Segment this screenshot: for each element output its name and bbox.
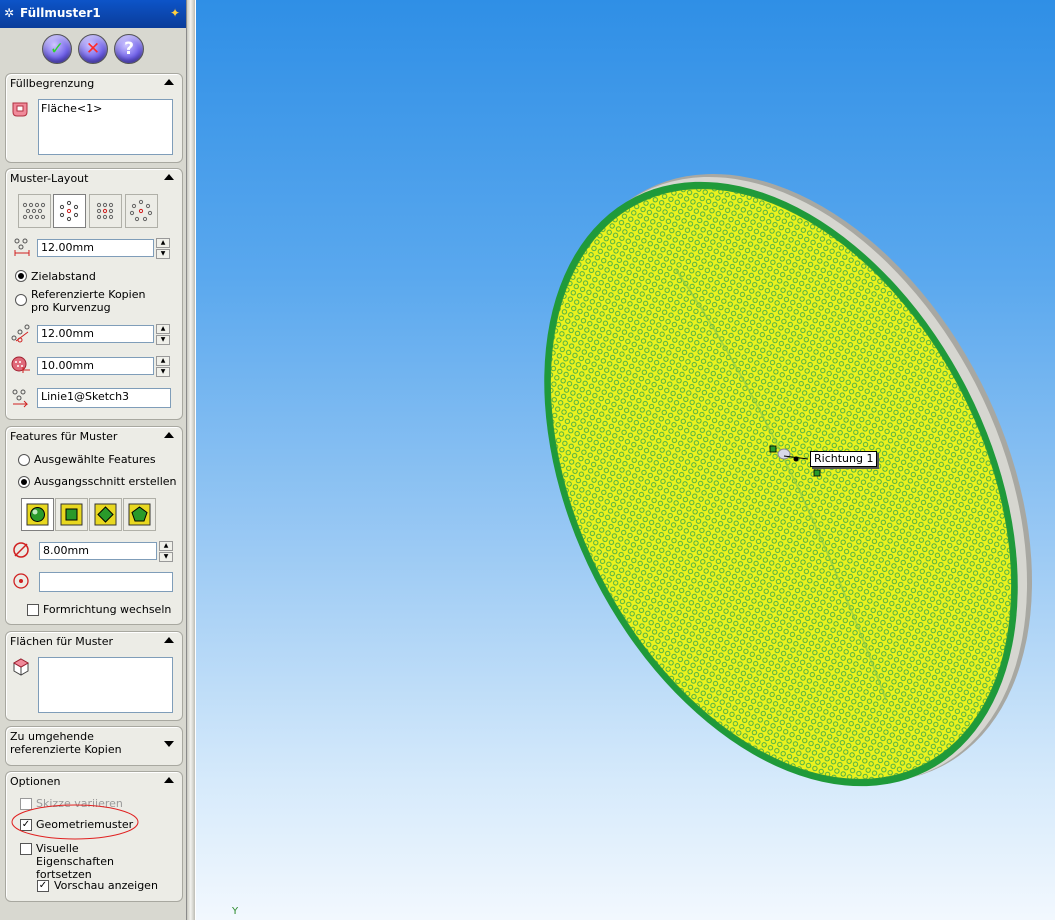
- diameter-icon: [13, 542, 29, 558]
- collapse-icon[interactable]: [164, 174, 174, 180]
- group-header: Muster-Layout: [10, 172, 89, 185]
- diameter-field[interactable]: 8.00mm: [39, 542, 157, 560]
- square-layout-button[interactable]: [89, 194, 122, 228]
- loop-spacing-icon: [11, 324, 30, 343]
- group-fill-boundary: Füllbegrenzung Fläche<1>: [5, 73, 183, 163]
- target-spacing-label: Zielabstand: [31, 270, 96, 283]
- polygon-layout-button[interactable]: [125, 194, 158, 228]
- fill-pattern-disc: [544, 173, 1033, 787]
- instance-spacing-icon: [14, 238, 30, 256]
- pattern-direction-field[interactable]: Linie1@Sketch3: [37, 388, 171, 408]
- group-header: Flächen für Muster: [10, 635, 114, 648]
- layout-type-tiles: [18, 194, 158, 228]
- collapse-icon[interactable]: [164, 432, 174, 438]
- circular-layout-button[interactable]: [53, 194, 86, 228]
- create-seed-label: Ausgangsschnitt erstellen: [34, 475, 177, 488]
- spacing-stepper[interactable]: ▲ ▼: [156, 238, 170, 259]
- diameter-stepper[interactable]: ▲ ▼: [159, 541, 173, 562]
- flip-direction-checkbox[interactable]: [27, 604, 39, 616]
- polygon-shape-icon: [128, 503, 151, 526]
- square-layout-icon: [96, 202, 114, 220]
- faces-cube-icon: [12, 658, 30, 676]
- faces-listbox[interactable]: [38, 657, 173, 713]
- collapse-icon[interactable]: [164, 637, 174, 643]
- highlight-ring: [11, 804, 139, 840]
- polygon-layout-icon: [129, 199, 153, 222]
- group-header: Features für Muster: [10, 430, 118, 443]
- circle-seed-button[interactable]: [21, 498, 54, 531]
- selected-features-label: Ausgewählte Features: [34, 453, 156, 466]
- instance-spacing-field[interactable]: 12.00mm: [37, 239, 154, 257]
- create-seed-radio[interactable]: [18, 476, 30, 488]
- margin-field[interactable]: 10.00mm: [37, 357, 154, 375]
- list-item[interactable]: Fläche<1>: [41, 102, 102, 115]
- flip-direction-label: Formrichtung wechseln: [43, 603, 172, 616]
- face-selection-icon: [12, 102, 28, 117]
- perforation-layout-button[interactable]: [18, 194, 51, 228]
- collapse-icon[interactable]: [164, 79, 174, 85]
- pattern-direction-icon: [12, 389, 29, 408]
- show-preview-label: Vorschau anzeigen: [54, 879, 158, 892]
- ref-copies-radio[interactable]: [15, 294, 27, 306]
- group-header: Zu umgehende referenzierte Kopien: [10, 730, 122, 756]
- ref-copies-label: Referenzierte Kopien pro Kurvenzug: [31, 288, 146, 314]
- panel-splitter[interactable]: [187, 0, 195, 920]
- diamond-seed-button[interactable]: [89, 498, 122, 531]
- panel-titlebar: ✲ Füllmuster1 ✦: [0, 0, 186, 28]
- margin-stepper[interactable]: ▲ ▼: [156, 356, 170, 377]
- seed-shape-buttons: [21, 498, 157, 531]
- boundary-listbox[interactable]: Fläche<1>: [38, 99, 173, 155]
- vertex-field[interactable]: [39, 572, 173, 592]
- fill-pattern-icon: ✲: [4, 6, 15, 20]
- margin-icon: [11, 356, 30, 373]
- loop-spacing-field[interactable]: 12.00mm: [37, 325, 154, 343]
- axis-triad-label: Y: [232, 906, 239, 917]
- cancel-button[interactable]: ✕: [78, 34, 108, 64]
- target-spacing-radio[interactable]: [15, 270, 27, 282]
- square-seed-button[interactable]: [55, 498, 88, 531]
- loop-spacing-stepper[interactable]: ▲ ▼: [156, 324, 170, 345]
- panel-title: Füllmuster1: [20, 6, 101, 20]
- diamond-shape-icon: [94, 503, 117, 526]
- help-button[interactable]: ?: [114, 34, 144, 64]
- vertex-icon: [13, 573, 29, 589]
- graphics-viewport[interactable]: Richtung 1 Y: [196, 0, 1055, 920]
- group-instances-to-skip[interactable]: Zu umgehende referenzierte Kopien: [5, 726, 183, 766]
- circular-layout-icon: [59, 200, 79, 222]
- show-preview-checkbox[interactable]: ✓: [37, 880, 49, 892]
- group-header: Optionen: [10, 775, 61, 788]
- group-features-to-pattern: Features für Muster Ausgewählte Features…: [5, 426, 183, 625]
- propagate-visual-checkbox[interactable]: [20, 843, 32, 855]
- pushpin-icon[interactable]: ✦: [168, 6, 182, 20]
- group-header: Füllbegrenzung: [10, 77, 95, 90]
- ok-button[interactable]: ✓: [42, 34, 72, 64]
- direction-callout[interactable]: Richtung 1: [810, 451, 878, 467]
- polygon-seed-button[interactable]: [123, 498, 156, 531]
- group-options: Optionen Skizze variieren ✓ Geometriemus…: [5, 771, 183, 902]
- group-faces-to-pattern: Flächen für Muster: [5, 631, 183, 721]
- collapse-icon[interactable]: [164, 777, 174, 783]
- propagate-visual-label: Visuelle Eigenschaften fortsetzen: [36, 842, 114, 881]
- expand-icon[interactable]: [164, 741, 174, 747]
- circle-shape-icon: [26, 503, 49, 526]
- group-pattern-layout: Muster-Layout 12.00mm ▲ ▼ Zielabstand Re…: [5, 168, 183, 420]
- perforation-icon: [22, 202, 46, 220]
- property-manager-panel: ✲ Füllmuster1 ✦ ✓ ✕ ? Füllbegrenzung Flä…: [0, 0, 187, 920]
- selected-features-radio[interactable]: [18, 454, 30, 466]
- square-shape-icon: [60, 503, 83, 526]
